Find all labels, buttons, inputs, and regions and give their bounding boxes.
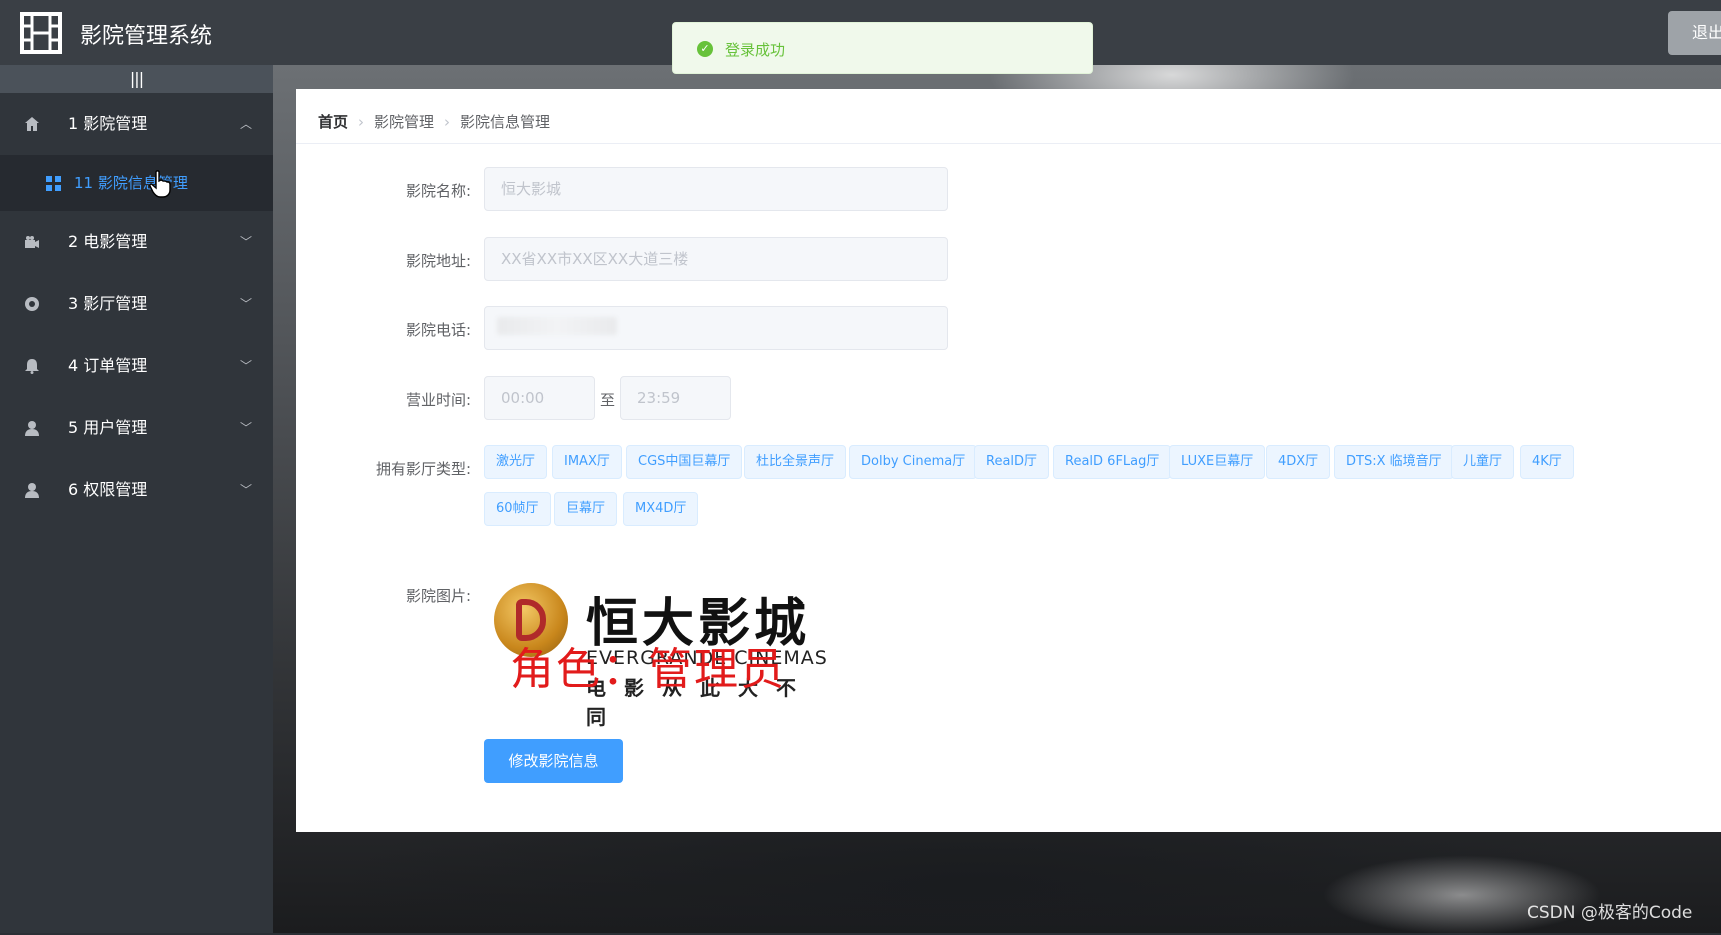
cinema-phone-field[interactable] <box>484 306 948 350</box>
bell-icon <box>25 359 39 374</box>
sidebar-item-permission[interactable]: 6 权限管理 ﹀ <box>0 459 273 521</box>
chevron-down-icon: ﹀ <box>240 421 253 435</box>
success-toast: ✓ 登录成功 <box>672 22 1093 74</box>
app-title: 影院管理系统 <box>80 24 213 49</box>
hall-type-tag: LUXE巨幕厅 <box>1169 445 1266 479</box>
camera-icon <box>25 236 39 248</box>
cinema-phone-label: 影院电话: <box>405 321 471 339</box>
cinema-address-field[interactable]: XX省XX市XX区XX大道三楼 <box>484 237 948 281</box>
cinema-name-label: 影院名称: <box>405 182 471 200</box>
breadcrumb-level1: 影院管理 <box>374 113 435 131</box>
business-hours-label: 营业时间: <box>405 391 471 409</box>
cinema-image: 恒大影城 EVERGRANDE CINEMAS 电影从此大不同 角色：管理员 <box>494 577 834 729</box>
blurred-phone <box>497 317 617 335</box>
chevron-up-icon: ︿ <box>240 117 253 131</box>
sidebar-item-label: 1 影院管理 <box>68 114 148 133</box>
breadcrumb-level2: 影院信息管理 <box>460 113 551 131</box>
hall-type-tag: RealD厅 <box>974 445 1050 479</box>
hall-type-tag: 60帧厅 <box>484 492 551 526</box>
sidebar-item-label: 5 用户管理 <box>68 418 148 437</box>
sidebar-item-user[interactable]: 5 用户管理 ﹀ <box>0 397 273 459</box>
cinema-name-field[interactable]: 恒大影城 <box>484 167 948 211</box>
hall-type-tag: 儿童厅 <box>1451 445 1515 479</box>
hall-type-tag: IMAX厅 <box>552 445 622 479</box>
breadcrumb-separator-icon: › <box>358 113 365 131</box>
aperture-icon <box>25 297 39 311</box>
update-cinema-button[interactable]: 修改影院信息 <box>484 739 623 783</box>
sidebar-item-label: 2 电影管理 <box>68 232 148 251</box>
logout-button[interactable]: 退出 <box>1668 11 1721 55</box>
role-overlay-text: 角色：管理员 <box>510 644 786 695</box>
hall-types-label: 拥有影厅类型: <box>375 460 471 478</box>
hall-type-tag: MX4D厅 <box>623 492 699 526</box>
chevron-down-icon: ﹀ <box>240 483 253 497</box>
sidebar-item-movie[interactable]: 2 电影管理 ﹀ <box>0 211 273 273</box>
sidebar-item-label: 3 影厅管理 <box>68 294 148 313</box>
user-icon <box>25 483 39 498</box>
open-time-field[interactable]: 00:00 <box>484 376 595 420</box>
sidebar-item-label: 4 订单管理 <box>68 356 148 375</box>
user-icon <box>25 421 39 436</box>
hall-type-tag: 巨幕厅 <box>554 492 618 526</box>
sidebar: ||| 1 影院管理 ︿ 11 影院信息管理 2 电影管理 ﹀ 3 影厅管理 ﹀… <box>0 65 273 933</box>
sidebar-item-label: 6 权限管理 <box>68 480 148 499</box>
hall-type-tag: 杜比全景声厅 <box>744 445 847 479</box>
breadcrumb-separator-icon: › <box>444 113 451 131</box>
chevron-down-icon: ﹀ <box>240 297 253 311</box>
breadcrumb: 首页 › 影院管理 › 影院信息管理 <box>318 111 550 132</box>
hall-type-tag: Dolby Cinema厅 <box>849 445 978 479</box>
sidebar-item-cinema[interactable]: 1 影院管理 ︿ <box>0 93 273 155</box>
hall-type-tag: CGS中国巨幕厅 <box>626 445 743 479</box>
collapse-toggle[interactable]: ||| <box>0 65 273 93</box>
sidebar-item-order[interactable]: 4 订单管理 ﹀ <box>0 335 273 397</box>
cinema-image-label: 影院图片: <box>405 587 471 605</box>
cinema-address-label: 影院地址: <box>405 252 471 270</box>
divider <box>296 143 1721 144</box>
close-time-field[interactable]: 23:59 <box>620 376 731 420</box>
hall-type-tag: 4K厅 <box>1520 445 1574 479</box>
film-logo-icon <box>20 12 62 54</box>
to-text: 至 <box>600 391 616 409</box>
hall-type-tag: RealD 6FLag厅 <box>1053 445 1172 479</box>
content-card: 首页 › 影院管理 › 影院信息管理 影院名称: 恒大影城 影院地址: XX省XX市XX… <box>296 89 1721 832</box>
check-circle-icon: ✓ <box>697 41 713 57</box>
hall-type-tag: 激光厅 <box>484 445 548 479</box>
grid-icon <box>46 176 61 191</box>
chevron-down-icon: ﹀ <box>240 359 253 373</box>
watermark: CSDN @极客的Code <box>1527 903 1693 923</box>
toast-message: 登录成功 <box>725 41 786 59</box>
hall-type-tag: 4DX厅 <box>1266 445 1331 479</box>
chevron-down-icon: ﹀ <box>240 235 253 249</box>
breadcrumb-home[interactable]: 首页 <box>318 113 348 131</box>
hall-type-tag: DTS:X 临境音厅 <box>1334 445 1454 479</box>
sidebar-item-hall[interactable]: 3 影厅管理 ﹀ <box>0 273 273 335</box>
home-icon <box>25 117 39 131</box>
hand-cursor-icon <box>149 170 171 198</box>
sidebar-subitem-cinema-info[interactable]: 11 影院信息管理 <box>0 155 273 211</box>
